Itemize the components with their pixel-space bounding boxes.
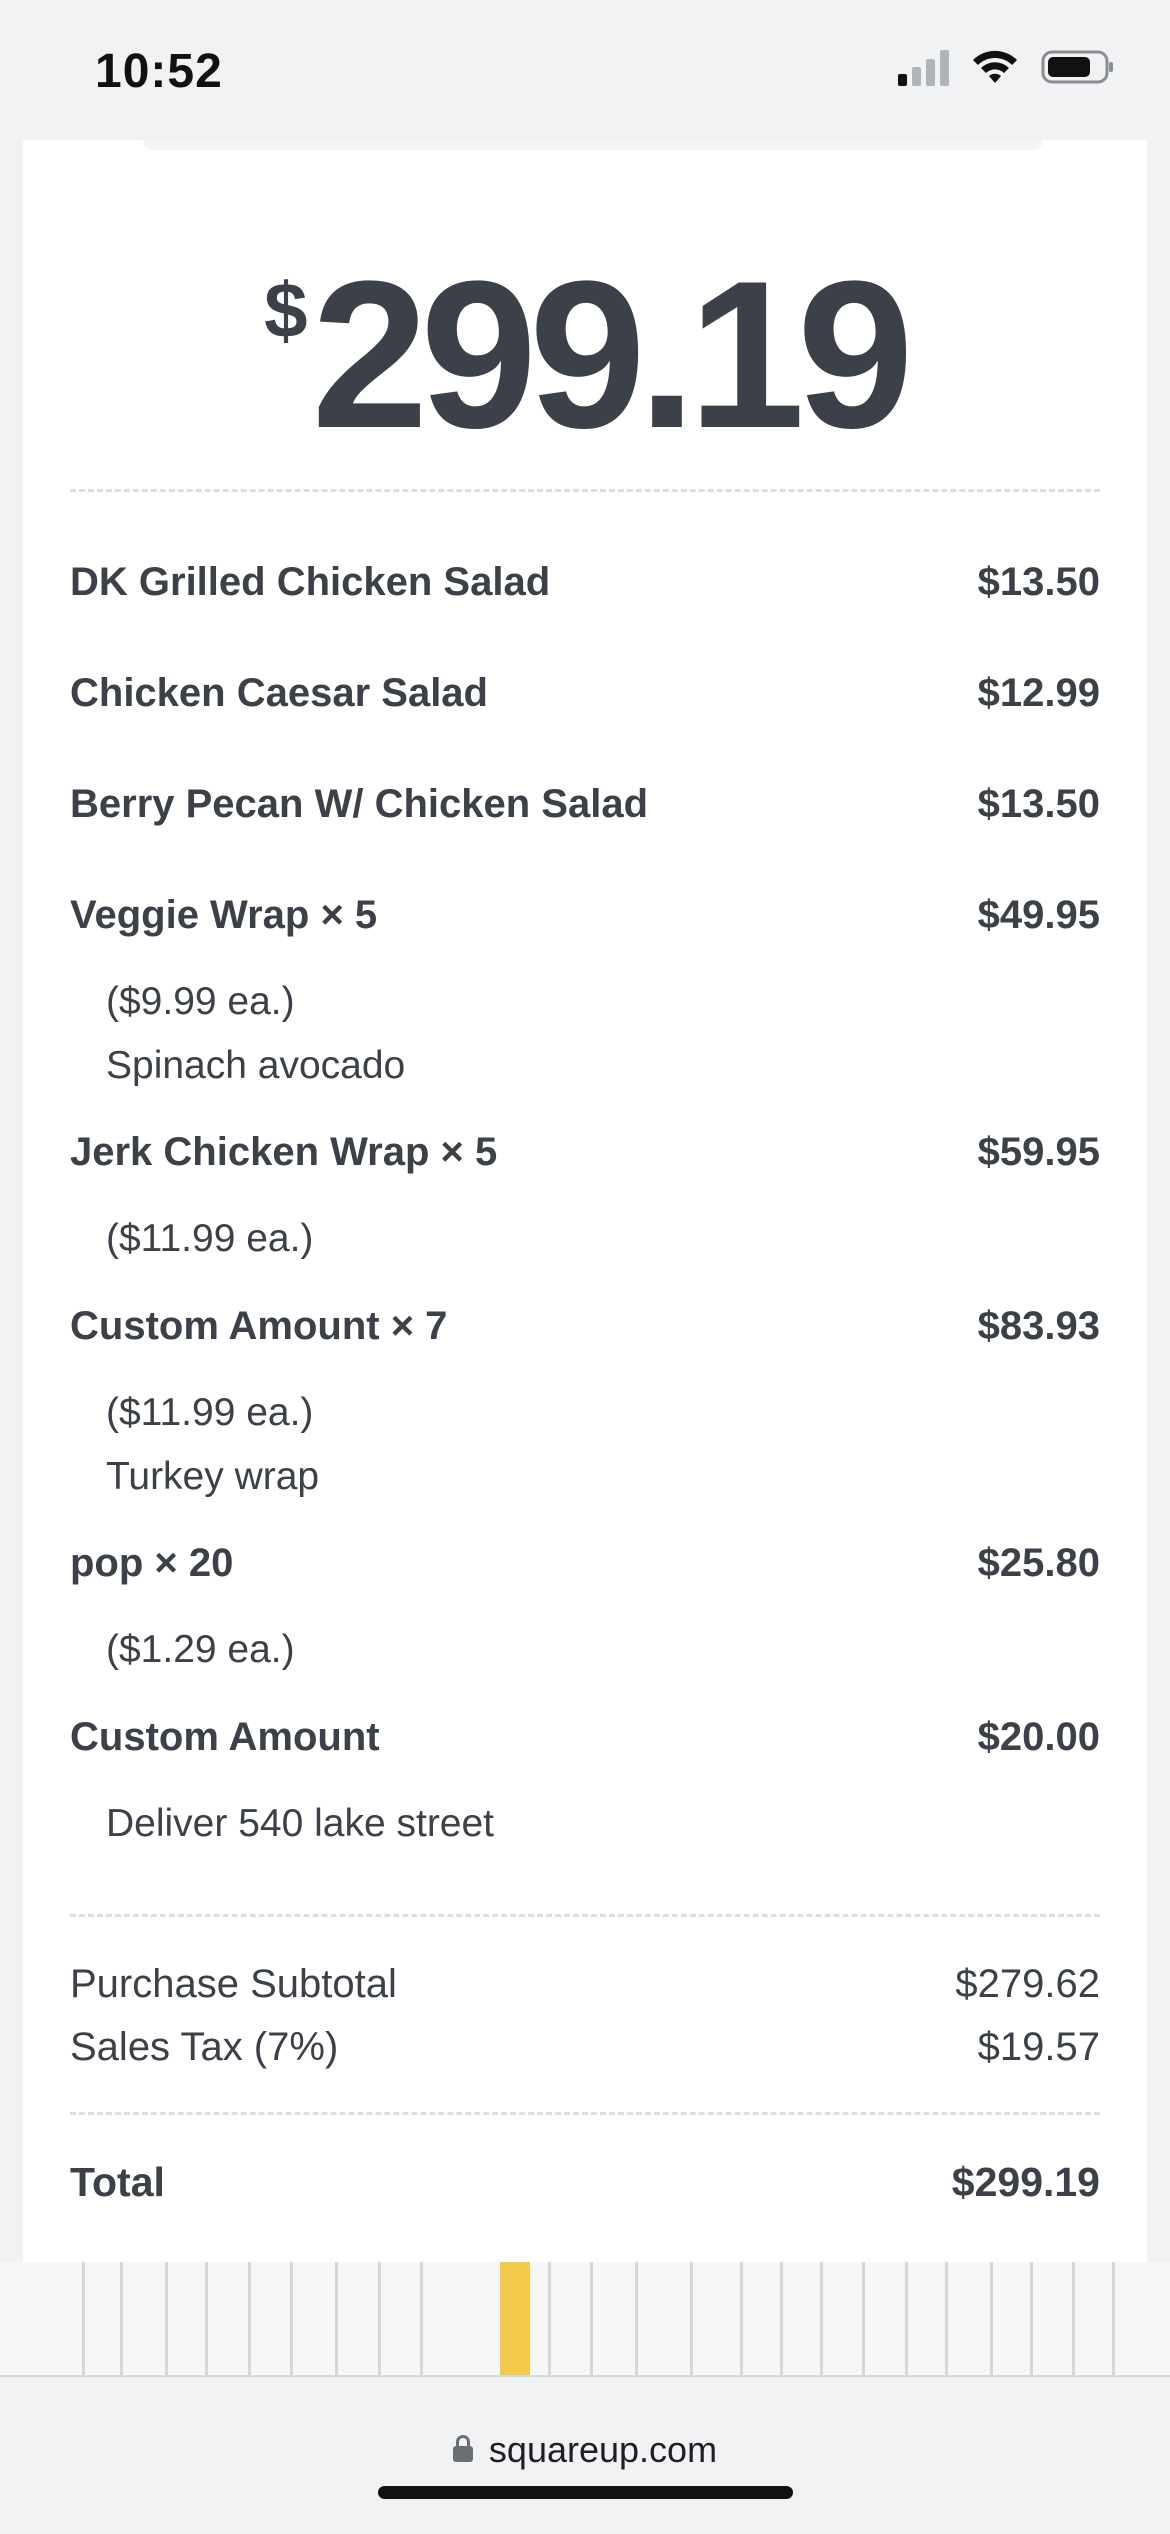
status-bar: 10:52 — [0, 0, 1170, 140]
tax-label: Sales Tax (7%) — [70, 2025, 339, 2069]
item-price: $25.80 — [977, 1541, 1100, 1585]
item-note: Spinach avocado — [106, 1044, 406, 1087]
url-display[interactable]: squareup.com — [0, 2429, 1170, 2471]
line-item: pop × 20 $25.80 — [70, 1541, 1100, 1586]
receipt-amount: $299.19 — [23, 235, 1147, 475]
item-name: Custom Amount × 7 — [70, 1304, 448, 1348]
item-name: Jerk Chicken Wrap × 5 — [70, 1130, 498, 1174]
item-name: Berry Pecan W/ Chicken Salad — [70, 782, 649, 826]
tax-value: $19.57 — [977, 2025, 1100, 2069]
amount-value: 299.19 — [311, 237, 914, 472]
total-row: Total $299.19 — [70, 2159, 1100, 2206]
divider — [70, 2112, 1100, 2115]
tax-row: Sales Tax (7%) $19.57 — [70, 2025, 1100, 2070]
subtotal-value: $279.62 — [955, 1962, 1100, 2006]
item-unit-price: ($1.29 ea.) — [106, 1628, 295, 1671]
total-value: $299.19 — [951, 2159, 1100, 2205]
item-unit-price: ($9.99 ea.) — [106, 980, 295, 1023]
item-price: $59.95 — [977, 1130, 1100, 1174]
line-item: Berry Pecan W/ Chicken Salad $13.50 — [70, 782, 1100, 827]
status-icons — [898, 48, 1115, 86]
subtotal-row: Purchase Subtotal $279.62 — [70, 1962, 1100, 2007]
browser-address-bar[interactable]: squareup.com — [0, 2375, 1170, 2534]
url-text: squareup.com — [488, 2429, 718, 2470]
item-name: Custom Amount — [70, 1715, 380, 1759]
item-price: $20.00 — [977, 1715, 1100, 1759]
line-item: Custom Amount × 7 $83.93 — [70, 1304, 1100, 1349]
line-item: DK Grilled Chicken Salad $13.50 — [70, 560, 1100, 605]
cellular-signal-icon — [898, 48, 949, 86]
line-item: Custom Amount $20.00 — [70, 1715, 1100, 1760]
item-name: DK Grilled Chicken Salad — [70, 560, 551, 604]
currency-symbol: $ — [264, 266, 308, 354]
wifi-icon — [973, 50, 1017, 83]
line-item: Chicken Caesar Salad $12.99 — [70, 671, 1100, 716]
item-note: Turkey wrap — [106, 1455, 320, 1498]
item-price: $49.95 — [977, 893, 1100, 937]
item-note: Deliver 540 lake street — [106, 1802, 495, 1845]
home-indicator[interactable] — [378, 2486, 793, 2499]
total-label: Total — [70, 2159, 165, 2205]
divider — [70, 1914, 1100, 1917]
item-price: $13.50 — [977, 560, 1100, 604]
divider — [70, 489, 1100, 492]
item-name: Chicken Caesar Salad — [70, 671, 488, 715]
item-unit-price: ($11.99 ea.) — [106, 1217, 314, 1260]
receipt-card: $299.19 DK Grilled Chicken Salad $13.50 … — [23, 140, 1147, 2262]
battery-icon — [1041, 50, 1113, 84]
item-price: $83.93 — [977, 1304, 1100, 1348]
item-unit-price: ($11.99 ea.) — [106, 1391, 314, 1434]
line-item: Veggie Wrap × 5 $49.95 — [70, 893, 1100, 938]
item-price: $13.50 — [977, 782, 1100, 826]
line-item: Jerk Chicken Wrap × 5 $59.95 — [70, 1130, 1100, 1175]
background-pattern — [0, 2262, 1170, 2377]
lock-icon — [452, 2435, 473, 2462]
item-name: Veggie Wrap × 5 — [70, 893, 378, 937]
subtotal-label: Purchase Subtotal — [70, 1962, 397, 2006]
status-time: 10:52 — [95, 45, 223, 98]
receipt-top-tab — [143, 140, 1043, 150]
item-name: pop × 20 — [70, 1541, 234, 1585]
item-price: $12.99 — [977, 671, 1100, 715]
